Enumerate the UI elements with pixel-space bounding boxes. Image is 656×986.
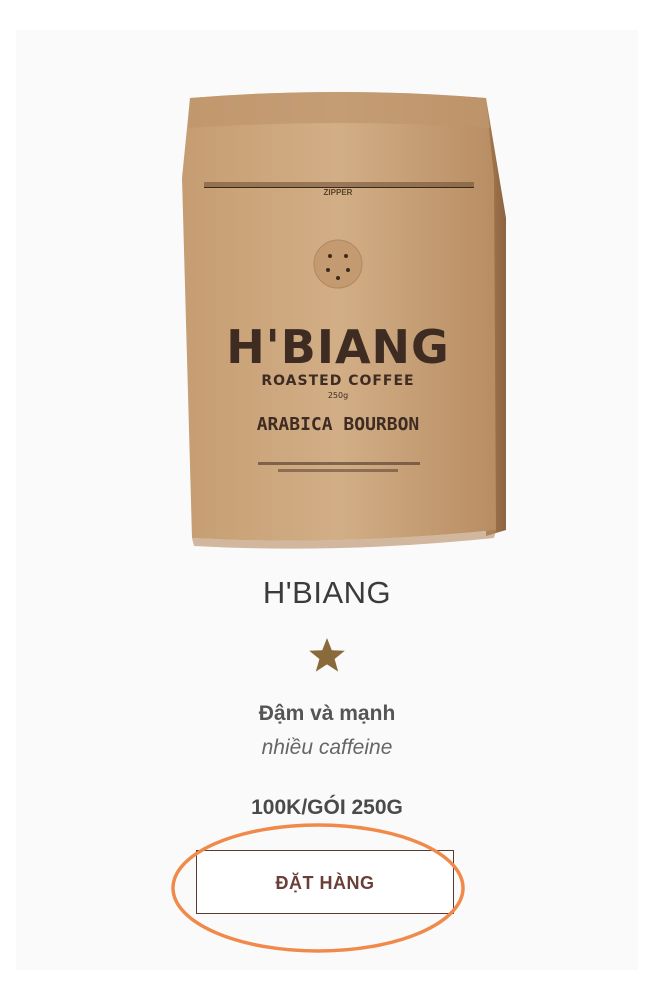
bag-brand-text: H'BIANG xyxy=(226,320,450,374)
star-icon xyxy=(309,638,345,672)
description-title: Đậm và mạnh xyxy=(258,702,396,725)
product-card: ZIPPER H'BIANG ROASTED COFFEE 250g ARABI… xyxy=(16,30,638,970)
description-subtitle: nhiều caffeine xyxy=(261,736,393,759)
order-button[interactable]: ĐẶT HÀNG xyxy=(196,850,454,914)
coffee-bag-illustration: ZIPPER H'BIANG ROASTED COFFEE 250g ARABI… xyxy=(182,92,506,549)
rating xyxy=(16,636,638,676)
product-price: 100K/GÓI 250G xyxy=(251,796,403,819)
bag-variety-text: ARABICA BOURBON xyxy=(257,414,420,435)
product-image[interactable]: ZIPPER H'BIANG ROASTED COFFEE 250g ARABI… xyxy=(168,68,508,573)
bag-weight-text: 250g xyxy=(328,391,348,400)
zipper-label: ZIPPER xyxy=(324,188,353,197)
bag-subtitle-text: ROASTED COFFEE xyxy=(261,373,414,389)
product-name: H'BIANG xyxy=(262,575,392,610)
